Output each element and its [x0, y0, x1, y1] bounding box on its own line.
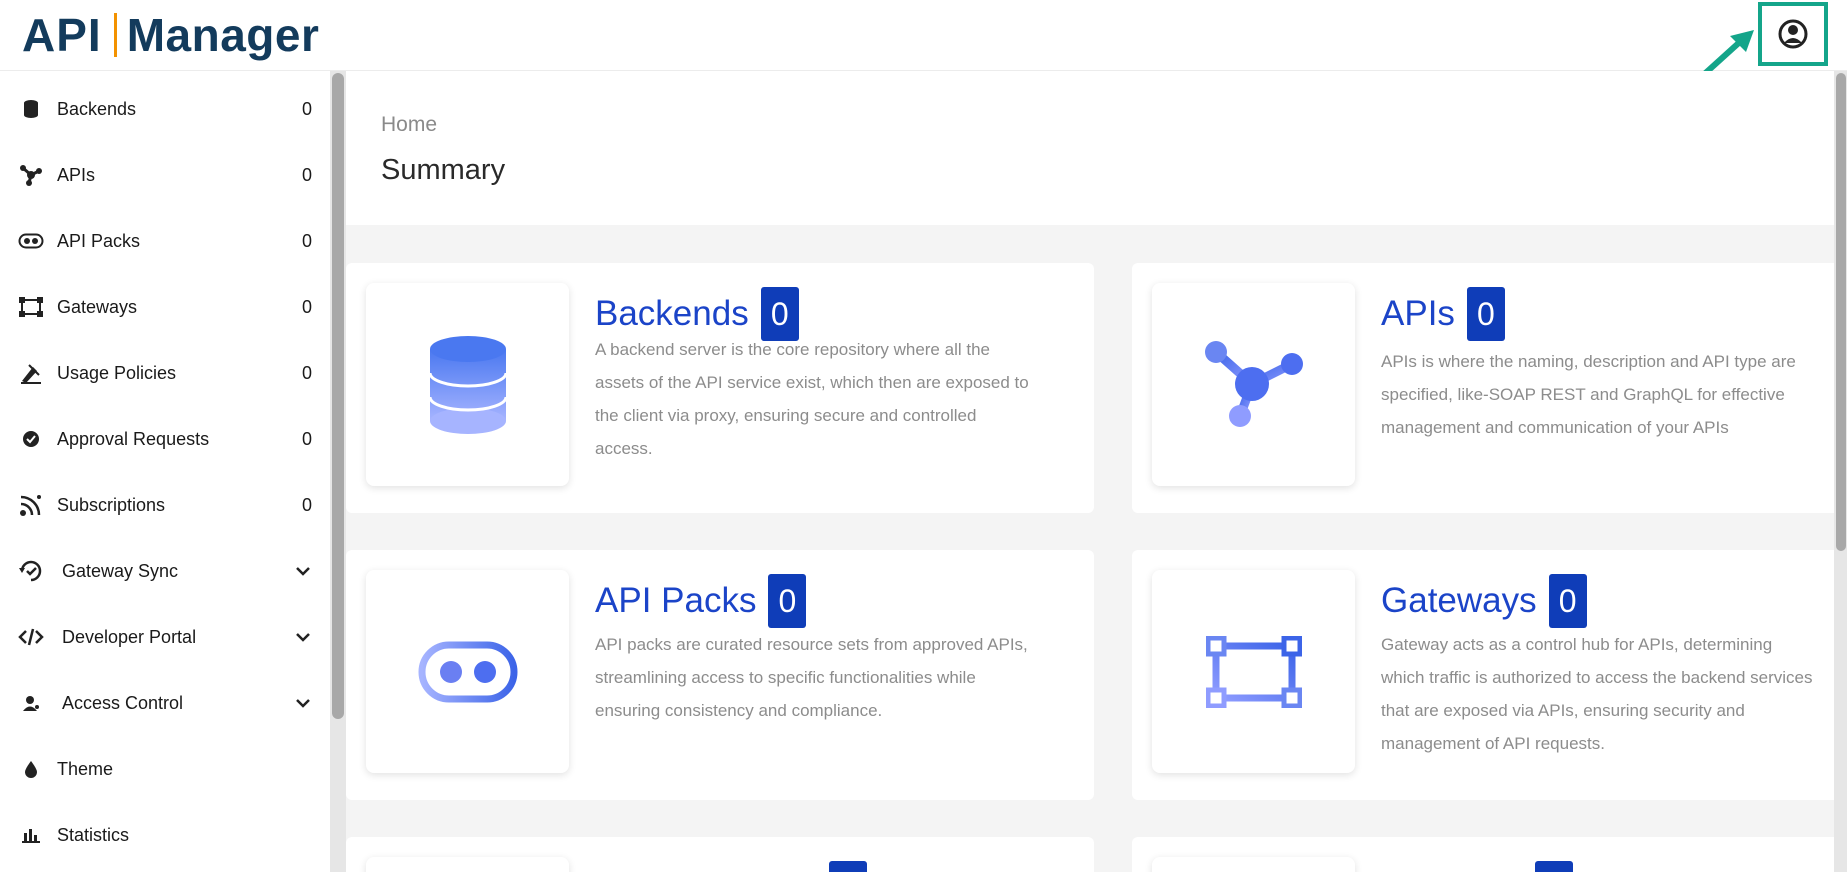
summary-card-apis[interactable]: APIs 0 APIs is where the naming, descrip… — [1132, 263, 1834, 513]
chevron-down-icon[interactable] — [294, 562, 312, 580]
sidebar-item-statistics[interactable]: Statistics — [0, 802, 330, 868]
sidebar-item-approval-requests[interactable]: Approval Requests 0 — [0, 406, 330, 472]
sidebar-item-label: Usage Policies — [57, 362, 177, 383]
summary-card[interactable] — [1132, 837, 1834, 872]
card-image — [366, 570, 569, 773]
page-title: Summary — [381, 154, 506, 186]
sidebar-item-label: Gateway Sync — [62, 560, 179, 581]
pack-icon — [418, 641, 517, 702]
card-description: Gateway acts as a control hub for APIs, … — [1381, 635, 1813, 753]
sidebar-item-count: 0 — [302, 98, 313, 119]
summary-card-gateways[interactable]: Gateways 0 Gateway acts as a control hub… — [1132, 550, 1834, 800]
api-nodes-icon — [18, 162, 44, 188]
card-image — [1152, 283, 1355, 486]
page-header: Home Summary — [346, 71, 1834, 225]
sidebar-item-label: APIs — [57, 164, 96, 185]
count-badge: 0 — [1548, 574, 1587, 628]
sidebar-item-label: Subscriptions — [57, 494, 166, 515]
sidebar-item-apis[interactable]: APIs 0 — [0, 142, 330, 208]
api-nodes-icon — [1204, 340, 1303, 427]
logo-api-text: API — [22, 9, 102, 61]
card-title[interactable]: Gateways 0 — [1381, 574, 1587, 628]
sync-icon — [18, 558, 44, 584]
database-icon — [18, 96, 44, 122]
subscription-icon — [18, 492, 44, 518]
sidebar-item-access-control[interactable]: Access Control — [0, 670, 330, 736]
policy-icon — [18, 360, 44, 386]
user-circle-icon — [1778, 19, 1808, 49]
card-title[interactable]: API Packs 0 — [595, 574, 807, 628]
gateway-icon — [18, 294, 44, 320]
sidebar-item-count: 0 — [302, 428, 313, 449]
code-icon — [18, 624, 44, 650]
card-title[interactable]: APIs 0 — [1381, 287, 1505, 341]
sidebar-item-count: 0 — [302, 362, 313, 383]
sidebar-item-count: 0 — [302, 296, 313, 317]
card-image — [1152, 857, 1355, 872]
logo-api: API — [22, 8, 102, 62]
sidebar-item-label: Theme — [57, 758, 114, 779]
sidebar-item-developer-portal[interactable]: Developer Portal — [0, 604, 330, 670]
sidebar-item-count: 0 — [302, 230, 313, 251]
sidebar-item-gateways[interactable]: Gateways 0 — [0, 274, 330, 340]
bar-chart-icon — [18, 822, 44, 848]
main-scrollbar-thumb[interactable] — [1836, 73, 1846, 551]
drop-icon — [18, 756, 44, 782]
sidebar-item-label: Access Control — [62, 692, 184, 713]
count-badge — [829, 861, 867, 872]
card-description: A backend server is the core repository … — [595, 340, 1029, 458]
chevron-down-icon[interactable] — [294, 694, 312, 712]
card-title-text: Gateways — [1381, 581, 1537, 620]
sidebar-item-label: Gateways — [57, 296, 138, 317]
breadcrumb[interactable]: Home — [381, 113, 437, 137]
sidebar-item-theme[interactable]: Theme — [0, 736, 330, 802]
logo-separator — [113, 13, 117, 57]
gateway-icon — [1205, 635, 1302, 708]
summary-card-api-packs[interactable]: API Packs 0 API packs are curated resour… — [346, 550, 1094, 800]
access-icon — [18, 690, 44, 716]
sidebar-item-backends[interactable]: Backends 0 — [0, 76, 330, 142]
sidebar-item-label: Approval Requests — [57, 428, 210, 449]
sidebar-item-label: API Packs — [57, 230, 141, 251]
count-badge — [1535, 861, 1573, 872]
sidebar-item-api-packs[interactable]: API Packs 0 — [0, 208, 330, 274]
main-content: Home Summary Backends 0 A backend server… — [346, 71, 1834, 872]
card-description: API packs are curated resource sets from… — [595, 635, 1028, 720]
summary-card[interactable] — [346, 837, 1094, 872]
logo[interactable]: API Manager — [22, 8, 320, 62]
sidebar-item-usage-policies[interactable]: Usage Policies 0 — [0, 340, 330, 406]
card-image — [1152, 570, 1355, 773]
database-icon — [428, 335, 507, 434]
card-title-text: APIs — [1381, 294, 1455, 333]
card-image — [366, 857, 569, 872]
card-title-text: Backends — [595, 294, 749, 333]
pack-icon — [18, 228, 44, 254]
chevron-down-icon[interactable] — [294, 628, 312, 646]
header: API Manager — [0, 0, 1847, 81]
sidebar-item-gateway-sync[interactable]: Gateway Sync — [0, 538, 330, 604]
approval-icon — [18, 426, 44, 452]
sidebar-item-subscriptions[interactable]: Subscriptions 0 — [0, 472, 330, 538]
card-description: APIs is where the naming, description an… — [1381, 352, 1796, 437]
summary-card-backends[interactable]: Backends 0 A backend server is the core … — [346, 263, 1094, 513]
logo-manager: Manager — [126, 9, 320, 61]
sidebar-scrollbar-thumb[interactable] — [332, 73, 344, 719]
count-badge: 0 — [768, 574, 807, 628]
sidebar-item-label: Backends — [57, 98, 137, 119]
sidebar-item-count: 0 — [302, 164, 313, 185]
sidebar-item-count: 0 — [302, 494, 313, 515]
sidebar: Backends 0 APIs 0 API Packs 0 Gateways 0… — [0, 71, 330, 872]
sidebar-item-label: Statistics — [57, 824, 130, 845]
card-image — [366, 283, 569, 486]
count-badge: 0 — [1466, 287, 1505, 341]
card-title-text: API Packs — [595, 581, 757, 620]
sidebar-item-label: Developer Portal — [62, 626, 197, 647]
user-menu-button[interactable] — [1758, 2, 1828, 66]
